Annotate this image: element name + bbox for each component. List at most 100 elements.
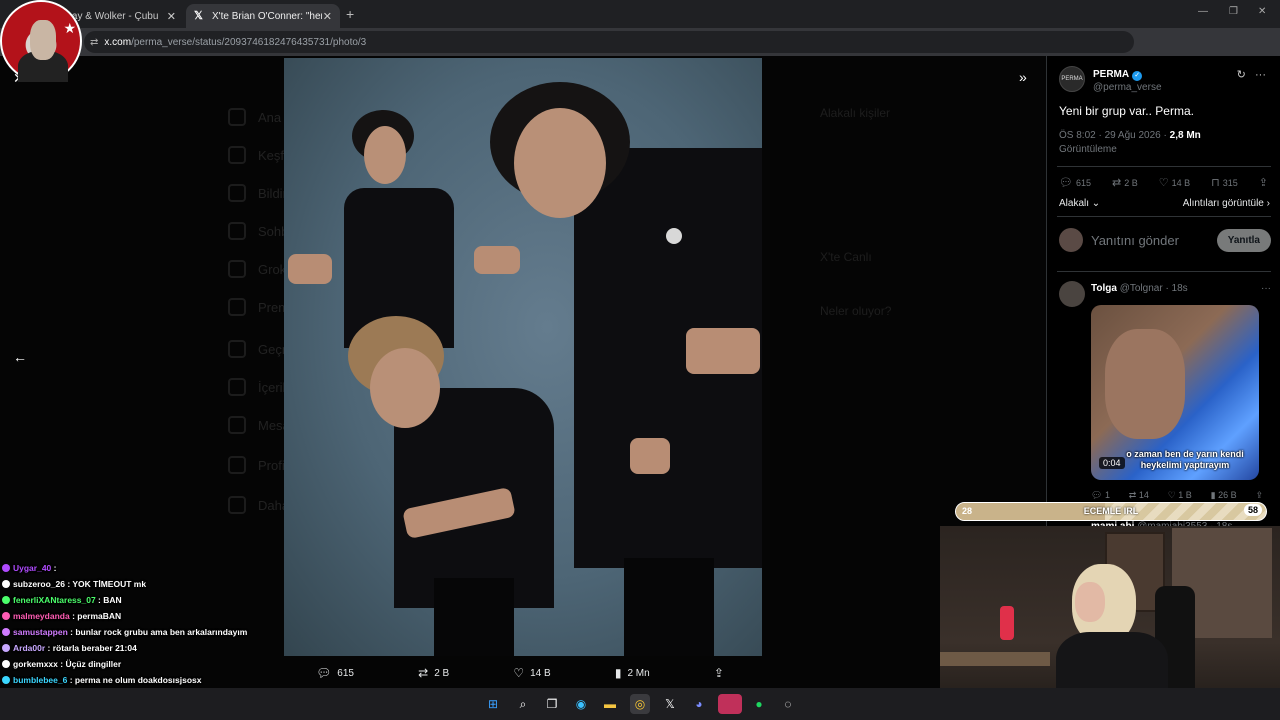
start-icon[interactable]: ⊞ bbox=[483, 694, 503, 714]
nav-item-profile: Profil bbox=[228, 456, 288, 474]
chat-username: subzeroo_26 bbox=[13, 579, 65, 589]
chat-separator: : bbox=[67, 675, 75, 685]
x-logo-icon: 𝕏 bbox=[194, 10, 203, 22]
like-stat[interactable]: ♡ 14 B bbox=[1159, 176, 1190, 189]
close-tab-icon[interactable]: ✕ bbox=[323, 10, 332, 23]
author-avatar[interactable]: PERMA bbox=[1059, 66, 1085, 92]
site-info-icon[interactable]: ⇄ bbox=[90, 37, 98, 48]
x-app-icon[interactable]: 𝕏 bbox=[660, 694, 680, 714]
new-tab-icon[interactable]: + bbox=[346, 6, 354, 22]
repost-action[interactable]: ⇄ 2 B bbox=[418, 666, 449, 680]
microphone bbox=[1000, 606, 1014, 640]
view-quotes-link[interactable]: Alıntıları görüntüle › bbox=[1183, 198, 1270, 209]
minimize-icon[interactable]: — bbox=[1198, 6, 1208, 17]
share-stat[interactable]: ⇪ bbox=[1259, 176, 1271, 189]
reply-replies[interactable]: 💬︎ 1 bbox=[1091, 490, 1110, 501]
url-input[interactable]: ⇄ x.com /perma_verse/status/209374618247… bbox=[84, 31, 1134, 53]
more-options-icon[interactable]: ··· bbox=[1255, 69, 1266, 81]
share-icon: ⇪ bbox=[713, 666, 724, 680]
chat-badge-icon bbox=[2, 676, 10, 684]
file-explorer-icon[interactable]: ▬ bbox=[600, 694, 620, 714]
reply-stats: 💬︎ 1 ⇄ 14 ♡ 1 B ▮ 26 B ⇪ bbox=[1091, 490, 1263, 501]
reply-author-handle[interactable]: @Tolgnar bbox=[1120, 283, 1163, 294]
reply-video[interactable]: o zaman ben de yarın kendi heykelimi yap… bbox=[1091, 305, 1259, 480]
nav-label: Ana bbox=[258, 109, 282, 125]
person-face bbox=[370, 348, 440, 428]
views-action[interactable]: ▮ 2 Mn bbox=[615, 666, 650, 680]
collapse-panel-icon[interactable]: » bbox=[1019, 69, 1027, 85]
browser-tab-active[interactable]: 𝕏 X'te Brian O'Conner: "her hafta ✕ bbox=[186, 4, 340, 28]
chat-text: BAN bbox=[103, 595, 122, 605]
bookmark-count: 315 bbox=[1222, 177, 1238, 188]
reply-input[interactable]: Yanıtını gönder bbox=[1091, 233, 1179, 248]
reply-avatar[interactable] bbox=[1059, 281, 1085, 307]
reply-header: Tolga @Tolgnar · 18s bbox=[1091, 283, 1188, 294]
dimmed-heading: Neler oluyor? bbox=[820, 304, 892, 318]
share-action[interactable]: ⇪ bbox=[714, 666, 730, 680]
app-window-icon[interactable] bbox=[718, 694, 742, 714]
browser-tab-bar: Canbay & Wolker - Çubuk ✕ 𝕏 X'te Brian O… bbox=[0, 0, 1280, 28]
like-action[interactable]: ♡ 14 B bbox=[513, 666, 550, 680]
repost-count: 2 B bbox=[434, 667, 450, 679]
views-count: 2 Mn bbox=[627, 667, 650, 679]
sort-dropdown[interactable]: Alakalı ⌄ bbox=[1059, 198, 1100, 209]
previous-photo-icon[interactable]: ← bbox=[13, 349, 27, 365]
person-boots bbox=[434, 578, 514, 656]
reply-reposts[interactable]: ⇄ 14 bbox=[1129, 490, 1149, 501]
chat-username: fenerliXANtaress_07 bbox=[13, 595, 96, 605]
star-icon: ★ bbox=[63, 20, 76, 36]
spotify-icon[interactable]: ● bbox=[749, 694, 769, 714]
reply-stat[interactable]: 💬︎ 615 bbox=[1059, 176, 1091, 189]
divider bbox=[1057, 216, 1271, 217]
count: 14 bbox=[1138, 490, 1149, 500]
post-time[interactable]: ÖS 8:02 · 29 Ağu 2026 · bbox=[1059, 130, 1170, 141]
chat-badge-icon bbox=[2, 660, 10, 668]
bookmark-stat[interactable]: ⊓ 315 bbox=[1211, 176, 1238, 189]
more-options-icon[interactable]: ··· bbox=[1261, 283, 1271, 294]
chat-badge-icon bbox=[2, 628, 10, 636]
divider bbox=[1057, 271, 1271, 272]
share-icon[interactable]: ⇪ bbox=[1255, 490, 1263, 501]
edge-icon[interactable]: ◉ bbox=[571, 694, 591, 714]
post-text: Yeni bir grup var.. Perma. bbox=[1059, 104, 1194, 118]
nav-item-content: İçerik bbox=[228, 378, 289, 396]
video-face bbox=[1105, 329, 1185, 439]
chevron-down-icon: ⌄ bbox=[1091, 198, 1101, 209]
chat-message: samustappen : bunlar rock grubu ama ben … bbox=[2, 624, 402, 640]
post-stats: 💬︎ 615 ⇄ 2 B ♡ 14 B ⊓ 315 ⇪ bbox=[1059, 176, 1271, 189]
heart-icon: ♡ bbox=[1158, 177, 1169, 189]
search-icon[interactable]: ⌕ bbox=[513, 694, 533, 714]
reply-author-name[interactable]: Tolga bbox=[1091, 283, 1117, 294]
person-boots bbox=[624, 558, 714, 656]
window-close-icon[interactable]: ✕ bbox=[1258, 6, 1266, 17]
reply-button[interactable]: Yanıtla bbox=[1216, 228, 1271, 252]
author-name[interactable]: PERMA bbox=[1093, 69, 1129, 80]
close-tab-icon[interactable]: ✕ bbox=[167, 10, 176, 23]
reply-views[interactable]: ▮ 26 B bbox=[1211, 490, 1237, 501]
chat-message: bumblebee_6 : perma ne olum doakdosısjso… bbox=[2, 672, 402, 688]
reply-likes[interactable]: ♡ 1 B bbox=[1168, 490, 1192, 501]
dimmed-sidebar: Alakalı kişiler X'te Canlı Neler oluyor? bbox=[820, 106, 1040, 346]
chat-username: Uygar_40 bbox=[13, 563, 52, 573]
author-handle[interactable]: @perma_verse bbox=[1093, 81, 1162, 94]
repost-count: 2 B bbox=[1124, 177, 1138, 188]
chrome-icon[interactable]: ◎ bbox=[630, 694, 650, 714]
views-chart-icon: ▮ bbox=[614, 666, 622, 680]
stream-goal-bar: 28 ECEMLE IRL 58 bbox=[955, 502, 1267, 521]
discord-icon[interactable]: ◕ bbox=[689, 694, 709, 714]
maximize-icon[interactable]: ❐ bbox=[1229, 6, 1238, 17]
chat-message: subzeroo_26 : YOK TİMEOUT mk bbox=[2, 576, 402, 592]
post-author[interactable]: PERMA PERMA ✓ @perma_verse bbox=[1059, 66, 1162, 94]
chat-separator: : bbox=[45, 643, 53, 653]
grok-icon[interactable]: ↻ bbox=[1237, 69, 1246, 81]
chat-badge-icon bbox=[2, 596, 10, 604]
obs-icon[interactable]: ◌ bbox=[778, 694, 798, 714]
video-caption: o zaman ben de yarın kendi heykelimi yap… bbox=[1125, 449, 1245, 471]
chat-username: Arda00r bbox=[13, 643, 46, 653]
url-path: /perma_verse/status/2093746182476435731/… bbox=[131, 36, 367, 48]
bookmark-icon: ⊓ bbox=[1211, 177, 1220, 189]
chat-text: YOK TİMEOUT mk bbox=[72, 579, 147, 589]
repost-stat[interactable]: ⇄ 2 B bbox=[1112, 176, 1138, 189]
task-view-icon[interactable]: ❐ bbox=[542, 694, 562, 714]
repost-icon: ⇄ bbox=[418, 666, 429, 680]
